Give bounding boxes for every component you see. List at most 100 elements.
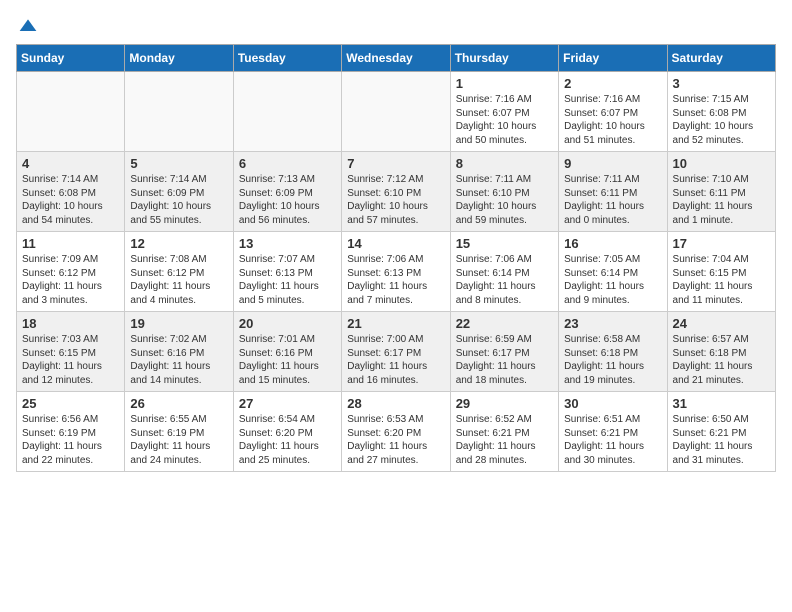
day-info: Sunrise: 7:09 AMSunset: 6:12 PMDaylight:… [22,253,119,307]
day-info: Sunrise: 6:55 AMSunset: 6:19 PMDaylight:… [130,413,227,467]
day-number: 14 [347,236,444,251]
calendar-cell: 6 Sunrise: 7:13 AMSunset: 6:09 PMDaylight… [233,152,341,232]
day-info: Sunrise: 7:02 AMSunset: 6:16 PMDaylight:… [130,333,227,387]
calendar-cell: 17 Sunrise: 7:04 AMSunset: 6:15 PMDayligh… [667,232,775,312]
day-of-week-header: Friday [559,45,667,72]
day-number: 24 [673,316,770,331]
day-info: Sunrise: 6:53 AMSunset: 6:20 PMDaylight:… [347,413,444,467]
day-number: 16 [564,236,661,251]
day-info: Sunrise: 7:11 AMSunset: 6:10 PMDaylight:… [456,173,553,227]
day-number: 10 [673,156,770,171]
calendar-week-row: 4Sunrise: 7:14 AMSunset: 6:08 PMDaylight… [17,152,776,232]
day-number: 26 [130,396,227,411]
day-info: Sunrise: 7:10 AMSunset: 6:11 PMDaylight:… [673,173,770,227]
day-number: 21 [347,316,444,331]
calendar-cell: 18 Sunrise: 7:03 AMSunset: 6:15 PMDayligh… [17,312,125,392]
day-info: Sunrise: 7:16 AMSunset: 6:07 PMDaylight:… [456,93,553,147]
calendar-cell: 11Sunrise: 7:09 AMSunset: 6:12 PMDayligh… [17,232,125,312]
calendar-cell: 26 Sunrise: 6:55 AMSunset: 6:19 PMDayligh… [125,392,233,472]
calendar-cell: 5 Sunrise: 7:14 AMSunset: 6:09 PMDaylight… [125,152,233,232]
calendar-week-row: 18 Sunrise: 7:03 AMSunset: 6:15 PMDayligh… [17,312,776,392]
day-number: 1 [456,76,553,91]
calendar-cell: 20 Sunrise: 7:01 AMSunset: 6:16 PMDayligh… [233,312,341,392]
day-number: 29 [456,396,553,411]
day-number: 6 [239,156,336,171]
calendar-cell [342,72,450,152]
day-info: Sunrise: 7:13 AMSunset: 6:09 PMDaylight:… [239,173,336,227]
calendar-cell [17,72,125,152]
day-number: 12 [130,236,227,251]
day-info: Sunrise: 7:12 AMSunset: 6:10 PMDaylight:… [347,173,444,227]
day-number: 3 [673,76,770,91]
calendar-cell: 16 Sunrise: 7:05 AMSunset: 6:14 PMDayligh… [559,232,667,312]
day-info: Sunrise: 7:16 AMSunset: 6:07 PMDaylight:… [564,93,661,147]
calendar-cell: 7 Sunrise: 7:12 AMSunset: 6:10 PMDaylight… [342,152,450,232]
day-number: 22 [456,316,553,331]
day-of-week-header: Monday [125,45,233,72]
day-info: Sunrise: 6:57 AMSunset: 6:18 PMDaylight:… [673,333,770,387]
day-number: 17 [673,236,770,251]
day-number: 15 [456,236,553,251]
day-of-week-header: Saturday [667,45,775,72]
day-info: Sunrise: 6:52 AMSunset: 6:21 PMDaylight:… [456,413,553,467]
day-number: 25 [22,396,119,411]
calendar-cell: 3 Sunrise: 7:15 AMSunset: 6:08 PMDaylight… [667,72,775,152]
day-info: Sunrise: 7:07 AMSunset: 6:13 PMDaylight:… [239,253,336,307]
day-info: Sunrise: 7:15 AMSunset: 6:08 PMDaylight:… [673,93,770,147]
day-number: 7 [347,156,444,171]
calendar-cell: 24 Sunrise: 6:57 AMSunset: 6:18 PMDayligh… [667,312,775,392]
day-of-week-header: Tuesday [233,45,341,72]
day-number: 27 [239,396,336,411]
day-info: Sunrise: 7:03 AMSunset: 6:15 PMDaylight:… [22,333,119,387]
day-of-week-header: Sunday [17,45,125,72]
calendar-cell: 23 Sunrise: 6:58 AMSunset: 6:18 PMDayligh… [559,312,667,392]
day-info: Sunrise: 6:59 AMSunset: 6:17 PMDaylight:… [456,333,553,387]
calendar-cell: 27Sunrise: 6:54 AMSunset: 6:20 PMDayligh… [233,392,341,472]
day-of-week-header: Thursday [450,45,558,72]
day-number: 31 [673,396,770,411]
calendar-cell: 2Sunrise: 7:16 AMSunset: 6:07 PMDaylight… [559,72,667,152]
day-number: 23 [564,316,661,331]
calendar-cell: 28 Sunrise: 6:53 AMSunset: 6:20 PMDayligh… [342,392,450,472]
calendar-cell: 21 Sunrise: 7:00 AMSunset: 6:17 PMDayligh… [342,312,450,392]
day-number: 30 [564,396,661,411]
page-header [16,16,776,36]
day-info: Sunrise: 6:56 AMSunset: 6:19 PMDaylight:… [22,413,119,467]
day-info: Sunrise: 7:06 AMSunset: 6:14 PMDaylight:… [456,253,553,307]
calendar-cell [233,72,341,152]
calendar-table: SundayMondayTuesdayWednesdayThursdayFrid… [16,44,776,472]
day-info: Sunrise: 7:04 AMSunset: 6:15 PMDaylight:… [673,253,770,307]
calendar-cell: 10 Sunrise: 7:10 AMSunset: 6:11 PMDayligh… [667,152,775,232]
calendar-cell: 15 Sunrise: 7:06 AMSunset: 6:14 PMDayligh… [450,232,558,312]
calendar-cell: 8 Sunrise: 7:11 AMSunset: 6:10 PMDaylight… [450,152,558,232]
calendar-cell: 30Sunrise: 6:51 AMSunset: 6:21 PMDayligh… [559,392,667,472]
day-info: Sunrise: 6:58 AMSunset: 6:18 PMDaylight:… [564,333,661,387]
logo-icon [18,16,38,36]
day-info: Sunrise: 7:14 AMSunset: 6:08 PMDaylight:… [22,173,119,227]
calendar-cell: 31 Sunrise: 6:50 AMSunset: 6:21 PMDayligh… [667,392,775,472]
day-number: 5 [130,156,227,171]
calendar-cell: 12 Sunrise: 7:08 AMSunset: 6:12 PMDayligh… [125,232,233,312]
day-number: 8 [456,156,553,171]
day-number: 20 [239,316,336,331]
day-info: Sunrise: 6:50 AMSunset: 6:21 PMDaylight:… [673,413,770,467]
calendar-cell: 25 Sunrise: 6:56 AMSunset: 6:19 PMDayligh… [17,392,125,472]
day-number: 18 [22,316,119,331]
calendar-cell: 1 Sunrise: 7:16 AMSunset: 6:07 PMDaylight… [450,72,558,152]
day-of-week-header: Wednesday [342,45,450,72]
logo [16,16,38,36]
day-info: Sunrise: 7:00 AMSunset: 6:17 PMDaylight:… [347,333,444,387]
day-info: Sunrise: 7:01 AMSunset: 6:16 PMDaylight:… [239,333,336,387]
day-number: 28 [347,396,444,411]
day-number: 9 [564,156,661,171]
calendar-cell: 29 Sunrise: 6:52 AMSunset: 6:21 PMDayligh… [450,392,558,472]
calendar-cell: 14Sunrise: 7:06 AMSunset: 6:13 PMDayligh… [342,232,450,312]
calendar-week-row: 11Sunrise: 7:09 AMSunset: 6:12 PMDayligh… [17,232,776,312]
calendar-week-row: 25 Sunrise: 6:56 AMSunset: 6:19 PMDayligh… [17,392,776,472]
day-info: Sunrise: 7:08 AMSunset: 6:12 PMDaylight:… [130,253,227,307]
day-info: Sunrise: 7:11 AMSunset: 6:11 PMDaylight:… [564,173,661,227]
day-info: Sunrise: 7:14 AMSunset: 6:09 PMDaylight:… [130,173,227,227]
day-number: 13 [239,236,336,251]
calendar-cell: 9 Sunrise: 7:11 AMSunset: 6:11 PMDaylight… [559,152,667,232]
day-info: Sunrise: 7:05 AMSunset: 6:14 PMDaylight:… [564,253,661,307]
